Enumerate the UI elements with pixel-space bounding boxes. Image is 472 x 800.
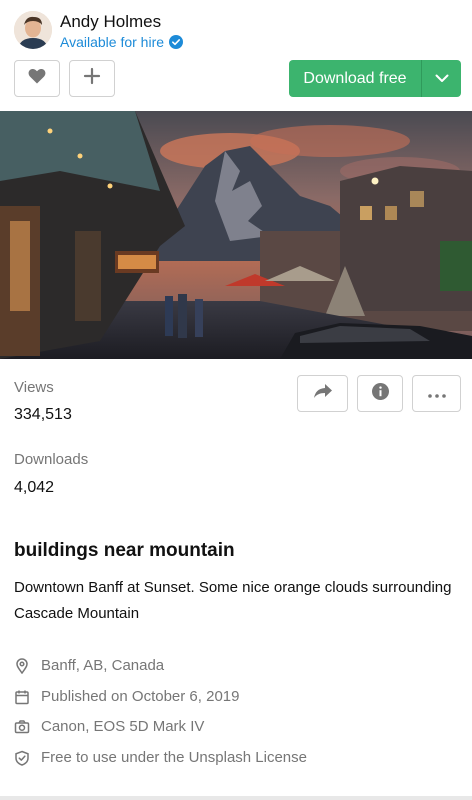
bottom-divider	[0, 796, 472, 800]
location-row[interactable]: Banff, AB, Canada	[14, 657, 164, 674]
photo[interactable]	[0, 111, 472, 359]
download-options-button[interactable]	[422, 60, 461, 97]
plus-icon	[83, 67, 101, 90]
heart-icon	[28, 68, 46, 89]
photo-title: buildings near mountain	[14, 540, 235, 561]
header: Andy Holmes Available for hire	[0, 0, 472, 60]
license-text[interactable]: Free to use under the Unsplash License	[41, 749, 307, 766]
published-text: Published on October 6, 2019	[41, 688, 240, 705]
author-name[interactable]: Andy Holmes	[60, 12, 161, 32]
author-status[interactable]: Available for hire	[60, 34, 184, 50]
calendar-icon	[14, 689, 30, 705]
more-actions-button[interactable]	[412, 375, 461, 412]
camera-text: Canon, EOS 5D Mark IV	[41, 718, 205, 735]
license-row[interactable]: Free to use under the Unsplash License	[14, 749, 307, 766]
camera-row: Canon, EOS 5D Mark IV	[14, 718, 204, 735]
camera-icon	[14, 719, 30, 735]
chevron-down-icon	[435, 70, 449, 88]
views-value: 334,513	[14, 406, 72, 423]
status-label: Available for hire	[60, 34, 165, 50]
location-text[interactable]: Banff, AB, Canada	[41, 657, 164, 674]
info-icon	[371, 382, 389, 405]
more-icon	[427, 385, 446, 403]
location-icon	[14, 657, 30, 674]
download-button-group: Download free	[289, 60, 461, 97]
photo-description: Downtown Banff at Sunset. Some nice oran…	[14, 579, 452, 622]
verified-icon	[169, 35, 184, 49]
views-label: Views	[14, 379, 54, 396]
downloads-label: Downloads	[14, 451, 89, 468]
download-button[interactable]: Download free	[289, 60, 422, 97]
add-to-collection-button[interactable]	[69, 60, 115, 97]
downloads-value: 4,042	[14, 479, 55, 496]
info-button[interactable]	[357, 375, 403, 412]
share-icon	[313, 383, 333, 404]
published-row: Published on October 6, 2019	[14, 688, 239, 705]
avatar[interactable]	[14, 11, 52, 49]
like-button[interactable]	[14, 60, 60, 97]
shield-icon	[14, 750, 30, 766]
share-button[interactable]	[297, 375, 348, 412]
